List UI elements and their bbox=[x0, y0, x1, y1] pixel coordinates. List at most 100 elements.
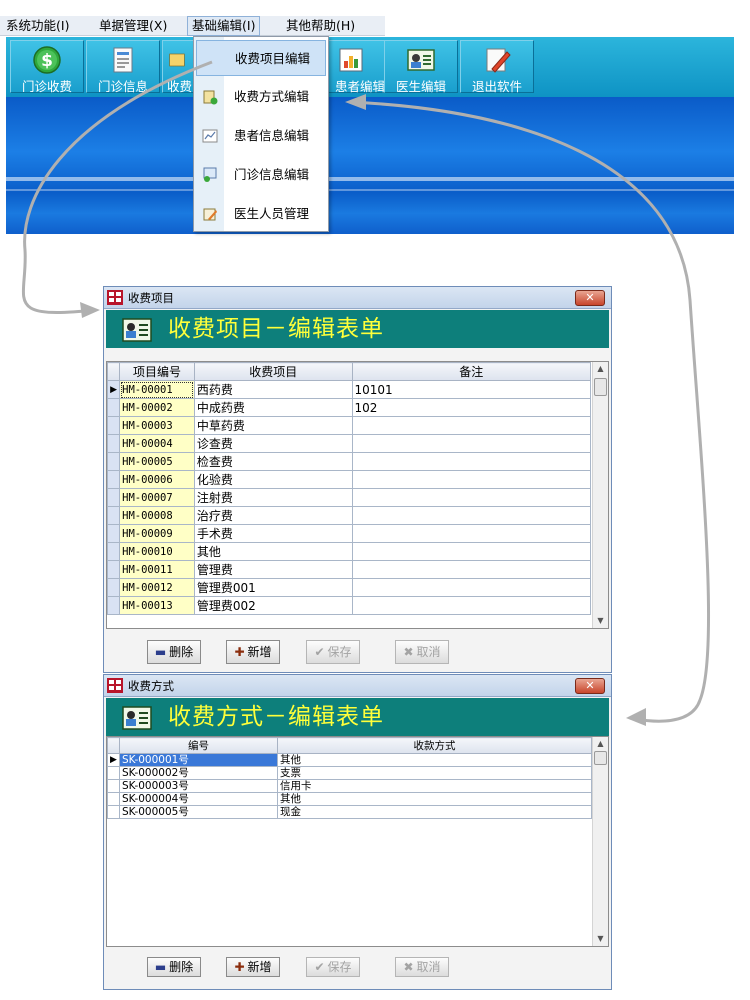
table-row[interactable]: HM-00009 手术费 bbox=[107, 524, 592, 543]
payment-methods-vertical-scrollbar[interactable]: ▲ ▼ bbox=[592, 737, 608, 946]
scroll-thumb[interactable] bbox=[594, 751, 607, 765]
menu-item-doctor-management[interactable]: 医生人员管理 bbox=[196, 196, 326, 232]
cell-code[interactable]: HM-00007 bbox=[119, 488, 195, 507]
cell-name[interactable]: 管理费 bbox=[193, 560, 353, 579]
table-row[interactable]: HM-00002 中成药费 102 bbox=[107, 398, 592, 417]
menu-document-management[interactable]: 单据管理(X) bbox=[95, 16, 171, 36]
cell-name[interactable]: 中草药费 bbox=[193, 416, 353, 435]
cell-name[interactable]: 中成药费 bbox=[193, 398, 353, 417]
cell-code[interactable]: HM-00001 bbox=[119, 380, 195, 399]
close-icon[interactable]: ✕ bbox=[575, 290, 605, 306]
row-indicator[interactable] bbox=[107, 398, 121, 417]
column-header-item-code[interactable]: 项目编号 bbox=[119, 362, 195, 381]
add-button[interactable]: ✚ 新增 bbox=[226, 957, 280, 977]
cell-remark[interactable] bbox=[351, 524, 592, 543]
cell-remark[interactable] bbox=[351, 578, 592, 597]
cell-code[interactable]: SK-000003号 bbox=[119, 779, 278, 793]
table-row[interactable]: HM-00003 中草药费 bbox=[107, 416, 592, 435]
cell-code[interactable]: HM-00003 bbox=[119, 416, 195, 435]
cell-name[interactable]: 手术费 bbox=[193, 524, 353, 543]
row-indicator[interactable] bbox=[107, 452, 121, 471]
scroll-thumb[interactable] bbox=[594, 378, 607, 396]
cell-name[interactable]: 注射费 bbox=[193, 488, 353, 507]
menu-item-fee-item-edit[interactable]: 收费项目编辑 bbox=[196, 40, 326, 76]
cell-code[interactable]: HM-00013 bbox=[119, 596, 195, 615]
cell-remark[interactable]: 102 bbox=[351, 398, 592, 417]
cell-remark[interactable] bbox=[351, 452, 592, 471]
row-indicator[interactable] bbox=[107, 542, 121, 561]
row-indicator[interactable] bbox=[107, 792, 120, 806]
cell-remark[interactable] bbox=[351, 488, 592, 507]
table-row[interactable]: HM-00007 注射费 bbox=[107, 488, 592, 507]
outpatient-charge-button[interactable]: $ 门诊收费 bbox=[10, 40, 84, 94]
cell-name[interactable]: 诊查费 bbox=[193, 434, 353, 453]
exit-software-button[interactable]: 退出软件 bbox=[460, 40, 534, 94]
cell-method[interactable]: 其他 bbox=[277, 792, 592, 806]
cell-code[interactable]: HM-00009 bbox=[119, 524, 195, 543]
row-indicator[interactable] bbox=[107, 416, 121, 435]
cell-code[interactable]: HM-00012 bbox=[119, 578, 195, 597]
row-indicator[interactable] bbox=[107, 524, 121, 543]
payment-methods-title-bar[interactable]: 收费方式 ✕ bbox=[104, 675, 611, 697]
menu-item-outpatient-info-edit[interactable]: 门诊信息编辑 bbox=[196, 157, 326, 193]
cell-name[interactable]: 管理费002 bbox=[193, 596, 353, 615]
row-indicator[interactable] bbox=[107, 779, 120, 793]
menu-system-functions[interactable]: 系统功能(I) bbox=[2, 16, 73, 36]
cell-remark[interactable] bbox=[351, 596, 592, 615]
menu-basic-editing[interactable]: 基础编辑(I) bbox=[187, 16, 261, 36]
cell-code[interactable]: SK-000002号 bbox=[119, 766, 278, 780]
row-indicator[interactable] bbox=[107, 596, 121, 615]
cancel-button[interactable]: ✖ 取消 bbox=[395, 640, 449, 664]
cancel-button[interactable]: ✖ 取消 bbox=[395, 957, 449, 977]
table-row[interactable]: HM-00008 治疗费 bbox=[107, 506, 592, 525]
cell-code[interactable]: HM-00005 bbox=[119, 452, 195, 471]
close-icon[interactable]: ✕ bbox=[575, 678, 605, 694]
table-row[interactable]: HM-00013 管理费002 bbox=[107, 596, 592, 615]
cell-method[interactable]: 其他 bbox=[277, 753, 592, 767]
outpatient-info-button[interactable]: 门诊信息 bbox=[86, 40, 160, 94]
table-row[interactable]: ▶ HM-00001 西药费 10101 bbox=[107, 380, 592, 399]
cell-name[interactable]: 西药费 bbox=[193, 380, 353, 399]
table-row[interactable]: HM-00010 其他 bbox=[107, 542, 592, 561]
cell-method[interactable]: 信用卡 bbox=[277, 779, 592, 793]
table-row[interactable]: SK-000004号 其他 bbox=[107, 792, 592, 806]
column-header-fee-item[interactable]: 收费项目 bbox=[193, 362, 353, 381]
cell-name[interactable]: 治疗费 bbox=[193, 506, 353, 525]
table-row[interactable]: HM-00012 管理费001 bbox=[107, 578, 592, 597]
row-indicator[interactable]: ▶ bbox=[107, 753, 120, 767]
cell-method[interactable]: 支票 bbox=[277, 766, 592, 780]
cell-method[interactable]: 现金 bbox=[277, 805, 592, 819]
table-row[interactable]: HM-00004 诊查费 bbox=[107, 434, 592, 453]
cell-remark[interactable] bbox=[351, 470, 592, 489]
delete-button[interactable]: ▬ 删除 bbox=[147, 640, 201, 664]
cell-code[interactable]: SK-000001号 bbox=[119, 753, 278, 767]
delete-button[interactable]: ▬ 删除 bbox=[147, 957, 201, 977]
cell-remark[interactable] bbox=[351, 560, 592, 579]
cell-code[interactable]: HM-00004 bbox=[119, 434, 195, 453]
scroll-down-icon[interactable]: ▼ bbox=[593, 932, 608, 946]
cell-code[interactable]: HM-00002 bbox=[119, 398, 195, 417]
table-row[interactable]: HM-00006 化验费 bbox=[107, 470, 592, 489]
row-indicator[interactable] bbox=[107, 470, 121, 489]
table-row[interactable]: ▶ SK-000001号 其他 bbox=[107, 753, 592, 767]
cell-remark[interactable] bbox=[351, 416, 592, 435]
menu-other-help[interactable]: 其他帮助(H) bbox=[282, 16, 359, 36]
save-button[interactable]: ✔ 保存 bbox=[306, 957, 360, 977]
row-indicator[interactable] bbox=[107, 488, 121, 507]
doctor-edit-button[interactable]: 医生编辑 bbox=[384, 40, 458, 94]
cell-code[interactable]: SK-000004号 bbox=[119, 792, 278, 806]
scroll-up-icon[interactable]: ▲ bbox=[593, 362, 608, 376]
row-indicator[interactable] bbox=[107, 560, 121, 579]
scroll-down-icon[interactable]: ▼ bbox=[593, 614, 608, 628]
table-row[interactable]: SK-000003号 信用卡 bbox=[107, 779, 592, 793]
scroll-up-icon[interactable]: ▲ bbox=[593, 737, 608, 751]
save-button[interactable]: ✔ 保存 bbox=[306, 640, 360, 664]
cell-name[interactable]: 其他 bbox=[193, 542, 353, 561]
cell-code[interactable]: HM-00008 bbox=[119, 506, 195, 525]
row-indicator[interactable]: ▶ bbox=[107, 380, 121, 399]
add-button[interactable]: ✚ 新增 bbox=[226, 640, 280, 664]
cell-name[interactable]: 管理费001 bbox=[193, 578, 353, 597]
column-header-remark[interactable]: 备注 bbox=[351, 362, 592, 381]
row-indicator[interactable] bbox=[107, 805, 120, 819]
cell-code[interactable]: HM-00011 bbox=[119, 560, 195, 579]
